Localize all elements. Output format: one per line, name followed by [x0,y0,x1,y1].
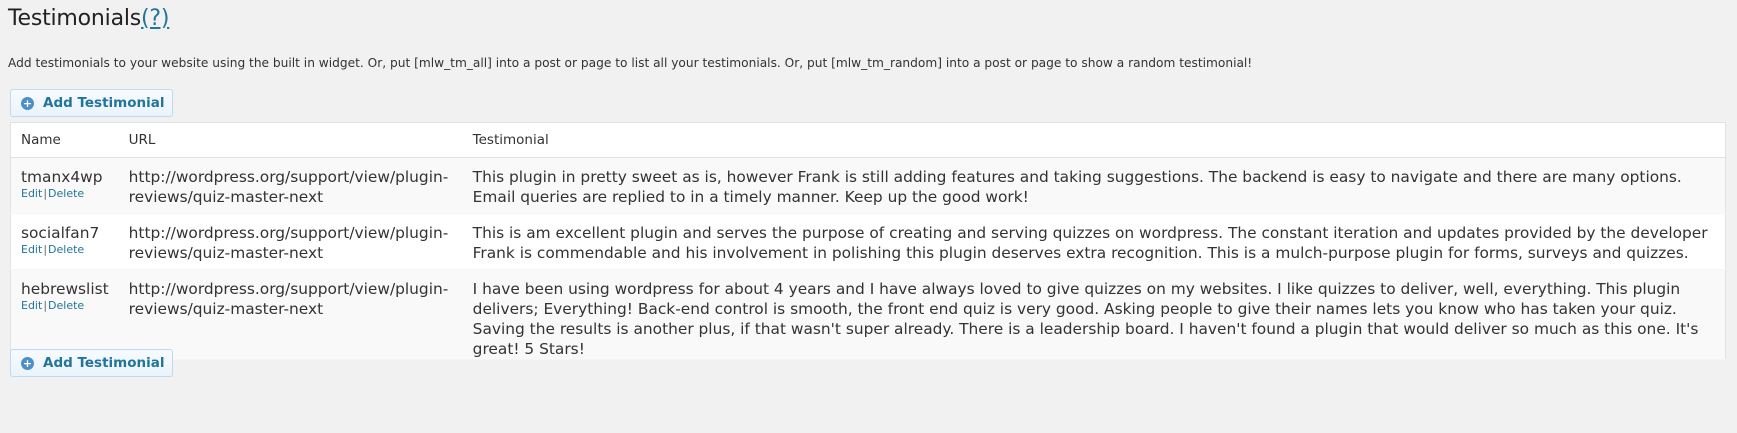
cell-name: socialfan7 Edit|Delete [10,213,119,270]
delete-link[interactable]: Delete [48,187,84,200]
cell-testimonial: I have been using wordpress for about 4 … [462,269,1726,360]
table-row: tmanx4wp Edit|Delete http://wordpress.or… [10,157,1726,214]
edit-link[interactable]: Edit [21,243,42,256]
delete-link[interactable]: Delete [48,243,84,256]
table-row: hebrewslist Edit|Delete http://wordpress… [10,269,1726,360]
row-name: socialfan7 [21,224,100,242]
column-header-testimonial: Testimonial [462,122,1726,158]
table-header-row: Name URL Testimonial [10,122,1726,158]
cell-testimonial: This is am excellent plugin and serves t… [462,213,1726,270]
cell-url: http://wordpress.org/support/view/plugin… [118,157,463,214]
column-header-url: URL [118,122,463,158]
add-testimonial-label: Add Testimonial [43,355,165,371]
delete-link[interactable]: Delete [48,299,84,312]
row-actions: Edit|Delete [21,187,109,201]
cell-name: tmanx4wp Edit|Delete [10,157,119,214]
row-name: tmanx4wp [21,168,103,186]
edit-link[interactable]: Edit [21,299,42,312]
plus-circle-icon: + [21,356,34,370]
add-testimonial-label: Add Testimonial [43,95,165,111]
page: Testimonials(?) Add testimonials to your… [0,0,1737,433]
cell-url: http://wordpress.org/support/view/plugin… [118,213,463,270]
help-link[interactable]: (?) [141,6,169,31]
row-name: hebrewslist [21,280,109,298]
add-testimonial-button-top[interactable]: + Add Testimonial [10,89,173,117]
testimonials-table: Name URL Testimonial tmanx4wp Edit|Delet… [10,122,1726,360]
cell-url: http://wordpress.org/support/view/plugin… [118,269,463,360]
row-actions: Edit|Delete [21,243,109,257]
column-header-name: Name [10,122,119,158]
page-title-text: Testimonials [8,6,142,31]
add-testimonial-button-bottom[interactable]: + Add Testimonial [10,349,173,377]
page-description: Add testimonials to your website using t… [8,56,1253,70]
table-row: socialfan7 Edit|Delete http://wordpress.… [10,213,1726,270]
cell-name: hebrewslist Edit|Delete [10,269,119,360]
page-title: Testimonials(?) [8,6,169,31]
row-actions: Edit|Delete [21,299,109,313]
plus-circle-icon: + [21,96,34,110]
edit-link[interactable]: Edit [21,187,42,200]
cell-testimonial: This plugin in pretty sweet as is, howev… [462,157,1726,214]
